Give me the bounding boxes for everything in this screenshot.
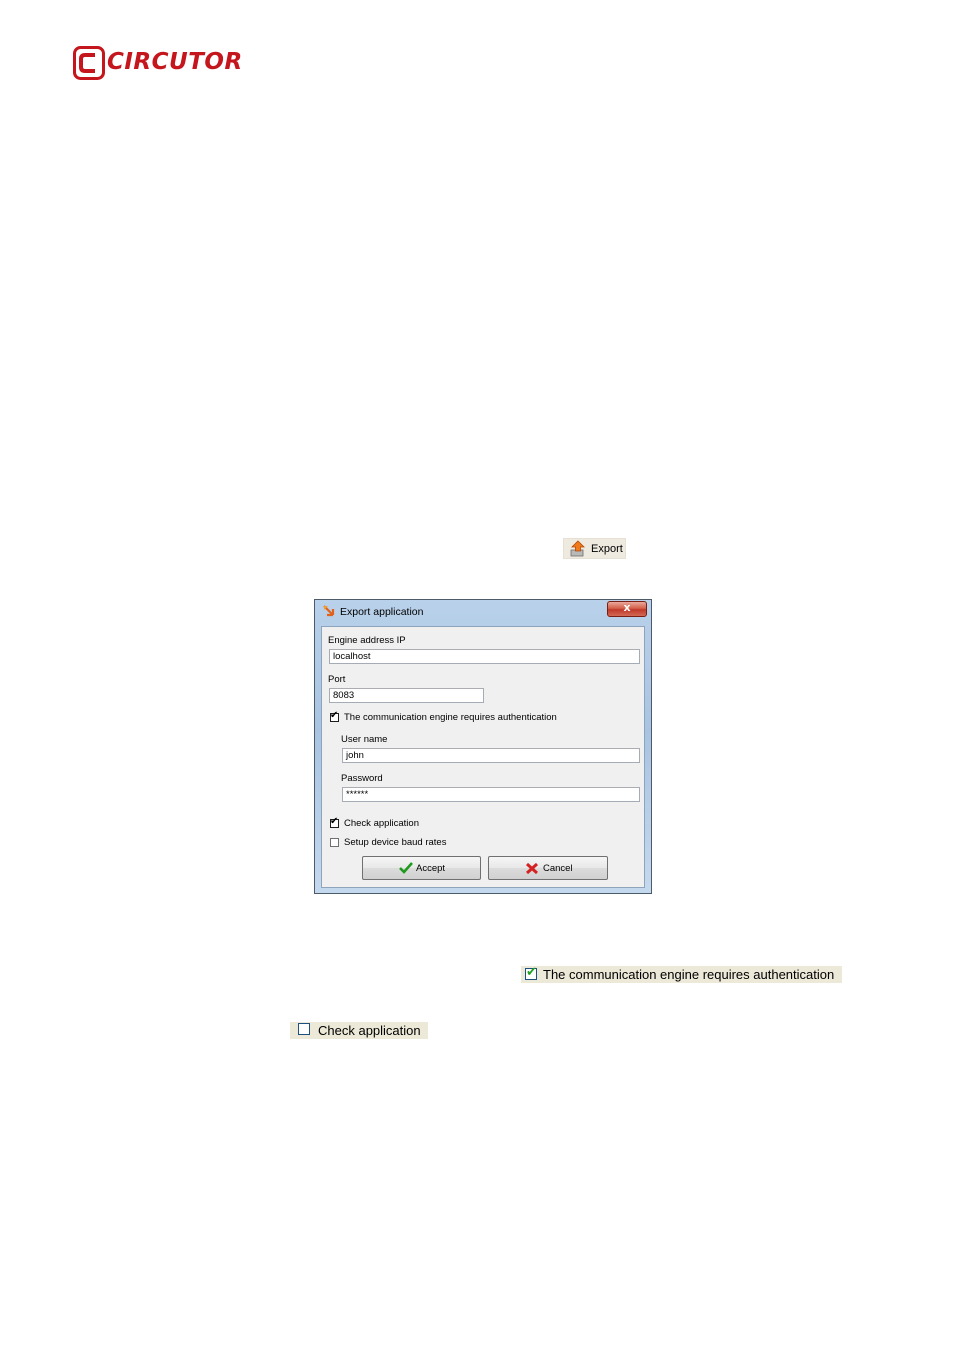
- auth-checkbox-image: ✔: [525, 965, 537, 980]
- accept-label: Accept: [416, 863, 446, 874]
- check-application-capture-label: Check application: [318, 1023, 421, 1038]
- check-mark-icon: ✔: [330, 816, 339, 827]
- baud-rates-checkbox[interactable]: [330, 838, 339, 847]
- check-application-checkbox-image: [298, 1023, 310, 1035]
- circutor-logo-icon: [73, 46, 105, 80]
- export-arrow-icon: [570, 540, 585, 557]
- cancel-button[interactable]: Cancel: [488, 856, 608, 880]
- user-name-label: User name: [341, 734, 388, 745]
- check-application-label: Check application: [344, 818, 419, 829]
- check-application-capture: Check application: [290, 1022, 428, 1039]
- engine-address-label: Engine address IP: [328, 635, 406, 646]
- user-name-input[interactable]: john: [342, 748, 640, 763]
- close-button[interactable]: x: [607, 601, 647, 617]
- auth-checkbox[interactable]: ✔: [330, 710, 339, 722]
- password-label: Password: [341, 773, 383, 784]
- export-application-dialog: Export application x Engine address IP l…: [314, 599, 652, 894]
- auth-capture-label: The communication engine requires authen…: [543, 967, 835, 982]
- check-mark-icon: ✔: [330, 710, 339, 721]
- accept-button[interactable]: Accept: [362, 856, 481, 880]
- auth-label: The communication engine requires authen…: [344, 712, 557, 723]
- dialog-body: Engine address IP localhost Port 8083 ✔ …: [321, 626, 645, 888]
- export-button[interactable]: Export: [563, 538, 626, 559]
- dialog-title: Export application: [340, 606, 424, 618]
- baud-rates-label: Setup device baud rates: [344, 837, 447, 848]
- export-arrow-icon: [323, 605, 335, 617]
- engine-address-input[interactable]: localhost: [329, 649, 640, 664]
- check-mark-icon: ✔: [526, 965, 537, 980]
- password-input[interactable]: ******: [342, 787, 640, 802]
- port-label: Port: [328, 674, 346, 685]
- export-label: Export: [591, 543, 623, 555]
- port-input[interactable]: 8083: [329, 688, 484, 703]
- auth-checkbox-capture: ✔ The communication engine requires auth…: [521, 965, 842, 983]
- check-icon: [399, 862, 413, 874]
- cancel-x-icon: [525, 862, 539, 875]
- close-icon: x: [623, 601, 631, 614]
- check-application-checkbox[interactable]: ✔: [330, 816, 339, 828]
- logo-text: CIRCUTOR: [107, 49, 243, 75]
- cancel-label: Cancel: [543, 863, 573, 874]
- circutor-logo: CIRCUTOR: [73, 46, 248, 82]
